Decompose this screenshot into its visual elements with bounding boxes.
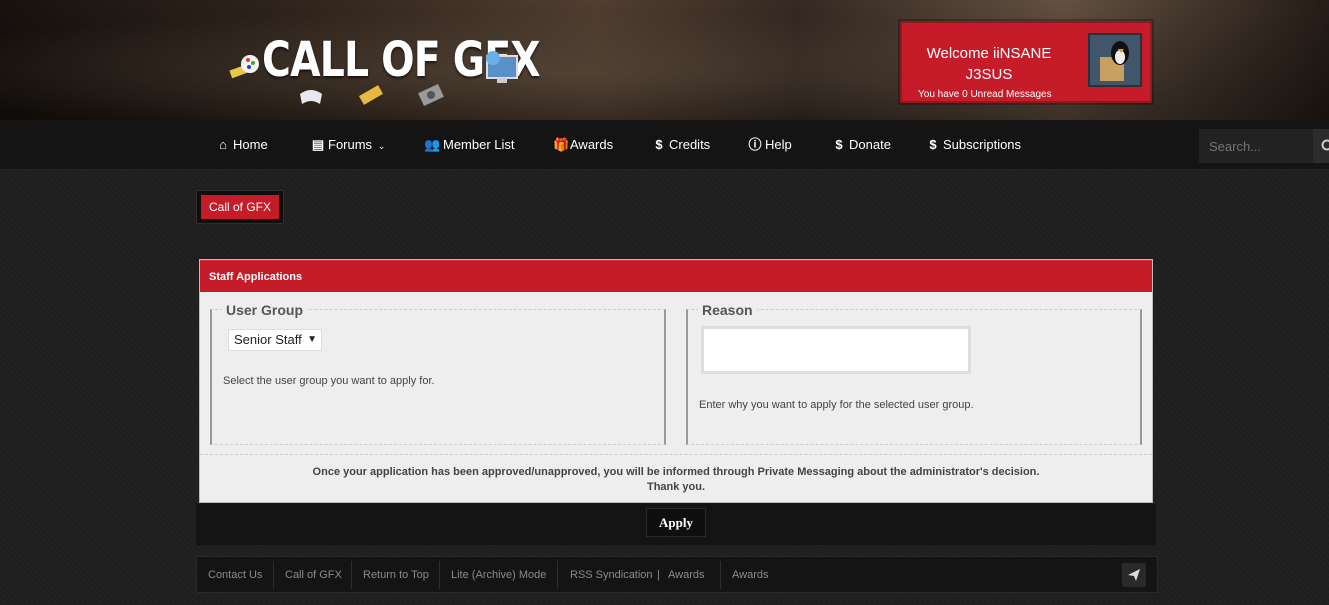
monitor-icon (486, 51, 518, 83)
main-nav: ⌂ Home ▤ Forums ⌄ 👥 Member List 🎁Awards $ Cr… (0, 120, 1329, 170)
dropdown-arrow-icon: ▼ (307, 334, 317, 345)
approval-notice: Once your application has been approved/… (200, 454, 1152, 502)
reason-legend: Reason (698, 302, 757, 318)
notice-line-1: Once your application has been approved/… (312, 466, 1040, 478)
footer-divider (557, 561, 558, 589)
nav-member-list-label: Member List (443, 137, 515, 152)
staff-applications-panel: Staff Applications User Group Senior Sta… (199, 259, 1153, 503)
search-button[interactable] (1313, 129, 1329, 163)
plane-icon (1128, 569, 1140, 581)
welcome-box: Welcome iiNSANE J3SUS You have 0 Unread … (900, 21, 1152, 103)
notice-line-2: Thank you. (646, 481, 706, 493)
dollar-icon: $ (835, 137, 843, 152)
panel-title: Staff Applications (200, 260, 1152, 292)
back-to-top-button[interactable] (1122, 563, 1146, 587)
user-group-select[interactable]: Senior Staff ▼ (228, 329, 322, 351)
dollar-icon: $ (655, 137, 663, 152)
info-icon: ⓘ (748, 137, 762, 152)
gift-icon: 🎁 (553, 137, 570, 152)
reason-help: Enter why you want to apply for the sele… (699, 399, 974, 411)
nav-subscriptions[interactable]: $ Subscriptions (926, 120, 1021, 170)
nav-forums-label: Forums (328, 137, 373, 152)
nav-awards-label: Awards (570, 137, 614, 152)
nav-awards[interactable]: 🎁Awards (553, 120, 613, 170)
users-icon: 👥 (424, 137, 441, 152)
brush-icon (358, 85, 384, 105)
nav-home-label: Home (233, 137, 268, 152)
dollar-icon: $ (929, 137, 937, 152)
unread-messages-link[interactable]: You have 0 Unread Messages (918, 89, 1052, 100)
nav-subscriptions-label: Subscriptions (943, 137, 1022, 152)
nav-forums[interactable]: ▤ Forums ⌄ (311, 120, 385, 170)
footer-call-of-gfx[interactable]: Call of GFX (285, 557, 342, 593)
paint-palette-icon (229, 55, 259, 79)
footer-return-to-top[interactable]: Return to Top (363, 557, 429, 593)
nav-help-label: Help (765, 137, 792, 152)
apply-button[interactable]: Apply (646, 508, 706, 537)
reason-fieldset: Reason Enter why you want to apply for t… (686, 302, 1142, 445)
footer-divider (351, 561, 352, 589)
welcome-text: Welcome iiNSANE J3SUS (926, 45, 1052, 83)
nav-donate[interactable]: $ Donate (832, 120, 891, 170)
footer-awards-2[interactable]: Awards (732, 557, 768, 593)
user-group-help: Select the user group you want to apply … (223, 375, 435, 387)
footer-rss-syndication[interactable]: RSS Syndication (570, 557, 653, 593)
user-group-fieldset: User Group Senior Staff ▼ Select the use… (210, 302, 666, 445)
breadcrumb-item-call-of-gfx[interactable]: Call of GFX (201, 195, 280, 219)
nav-credits-label: Credits (669, 137, 711, 152)
user-group-legend: User Group (222, 302, 308, 318)
footer-divider (439, 561, 440, 589)
user-group-selected: Senior Staff (234, 332, 302, 347)
footer-awards[interactable]: Awards (668, 557, 704, 593)
nav-donate-label: Donate (849, 137, 891, 152)
search-icon (1321, 139, 1329, 151)
breadcrumb: Call of GFX (196, 190, 284, 224)
footer-contact-us[interactable]: Contact Us (208, 557, 262, 593)
nav-help[interactable]: ⓘ Help (748, 120, 792, 170)
search-input[interactable] (1199, 129, 1329, 163)
nav-credits[interactable]: $ Credits (652, 120, 710, 170)
chevron-down-icon: ⌄ (377, 141, 386, 151)
footer-pipe-separator: | (657, 569, 660, 581)
camera-icon (418, 84, 444, 106)
footer: Contact Us Call of GFX Return to Top Lit… (196, 556, 1158, 593)
avatar[interactable] (1088, 33, 1142, 87)
footer-lite-mode[interactable]: Lite (Archive) Mode (451, 557, 546, 593)
nav-home[interactable]: ⌂ Home (216, 120, 268, 170)
reason-textarea[interactable] (701, 326, 971, 374)
nav-member-list[interactable]: 👥 Member List (424, 120, 515, 170)
gamepad-icon (300, 90, 322, 104)
footer-divider (273, 561, 274, 589)
document-icon: ▤ (311, 137, 325, 152)
penguin-avatar-icon (1090, 35, 1140, 85)
home-icon: ⌂ (219, 137, 227, 152)
footer-divider (720, 561, 721, 589)
